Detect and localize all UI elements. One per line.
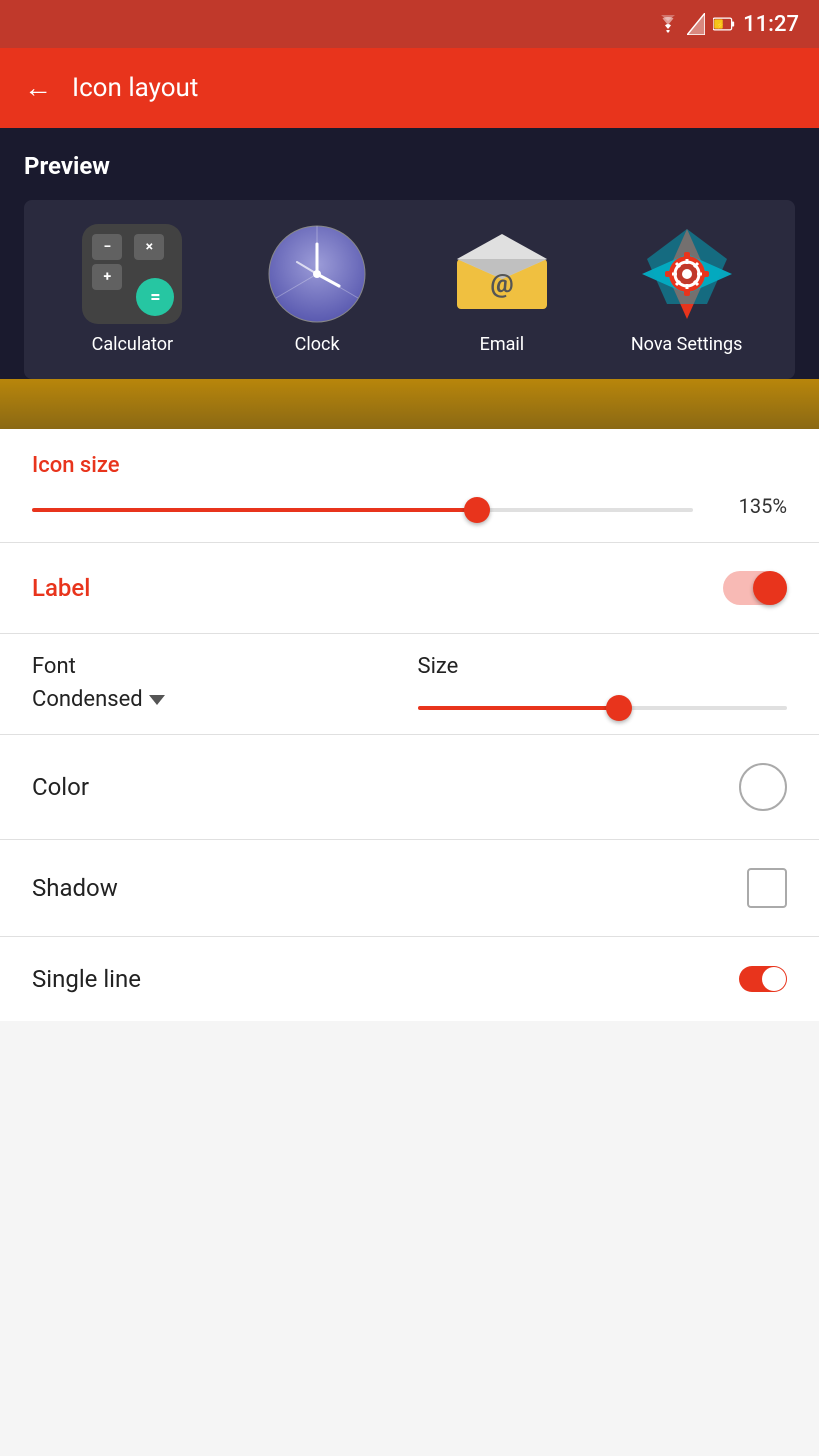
list-item: Nova Settings bbox=[612, 224, 762, 355]
svg-text:@: @ bbox=[490, 269, 513, 299]
app-icon-label: Clock bbox=[295, 334, 340, 355]
font-select-button[interactable]: Condensed bbox=[32, 687, 402, 712]
font-size-slider[interactable] bbox=[418, 706, 788, 710]
shadow-label: Shadow bbox=[32, 874, 118, 902]
color-row: Color bbox=[0, 735, 819, 840]
list-item: − × + = Calculator bbox=[57, 224, 207, 355]
list-item: @ Email bbox=[427, 224, 577, 355]
icon-size-slider-row: 135% bbox=[32, 494, 787, 518]
font-label: Font bbox=[32, 654, 402, 679]
single-line-label: Single line bbox=[32, 965, 141, 993]
icon-size-slider[interactable] bbox=[32, 508, 693, 512]
status-bar: ⚡ 11:27 bbox=[0, 0, 819, 48]
color-picker[interactable] bbox=[739, 763, 787, 811]
list-item: Clock bbox=[242, 224, 392, 355]
svg-text:⚡: ⚡ bbox=[717, 20, 725, 29]
icon-size-group: Icon size 135% bbox=[0, 429, 819, 543]
back-button[interactable]: ← bbox=[24, 74, 52, 102]
calculator-icon: − × + = bbox=[82, 224, 182, 324]
clock-icon bbox=[267, 224, 367, 324]
font-column: Font Condensed bbox=[32, 634, 402, 732]
label-title: Label bbox=[32, 574, 90, 602]
shadow-checkbox[interactable] bbox=[747, 868, 787, 908]
size-column: Size bbox=[402, 634, 788, 734]
single-line-toggle[interactable] bbox=[739, 966, 787, 992]
app-icon-label: Email bbox=[480, 334, 525, 355]
chevron-down-icon bbox=[149, 695, 165, 705]
app-icon-label: Nova Settings bbox=[631, 334, 743, 355]
font-value: Condensed bbox=[32, 687, 143, 712]
size-label: Size bbox=[418, 654, 788, 679]
color-label: Color bbox=[32, 773, 89, 801]
app-bar: ← Icon layout bbox=[0, 48, 819, 128]
preview-section: Preview − × + = Calculator bbox=[0, 128, 819, 379]
app-icon-label: Calculator bbox=[92, 334, 173, 355]
status-time: 11:27 bbox=[743, 12, 799, 37]
icon-size-title: Icon size bbox=[32, 453, 787, 478]
signal-icon bbox=[687, 13, 705, 35]
wifi-icon bbox=[657, 15, 679, 33]
settings-section: Icon size 135% Label Font Condensed Size bbox=[0, 429, 819, 1021]
shadow-row: Shadow bbox=[0, 840, 819, 937]
preview-grid: − × + = Calculator bbox=[24, 200, 795, 379]
nova-settings-icon bbox=[637, 224, 737, 324]
label-toggle[interactable] bbox=[723, 571, 787, 605]
status-icons: ⚡ 11:27 bbox=[657, 12, 799, 37]
font-size-row: Font Condensed Size bbox=[0, 634, 819, 735]
email-icon: @ bbox=[452, 224, 552, 324]
icon-size-value: 135% bbox=[717, 494, 787, 518]
single-line-row: Single line bbox=[0, 937, 819, 1021]
app-bar-title: Icon layout bbox=[72, 73, 198, 103]
preview-label: Preview bbox=[24, 152, 795, 180]
preview-background-bottom bbox=[0, 379, 819, 429]
battery-icon: ⚡ bbox=[713, 15, 735, 33]
label-row: Label bbox=[0, 543, 819, 634]
